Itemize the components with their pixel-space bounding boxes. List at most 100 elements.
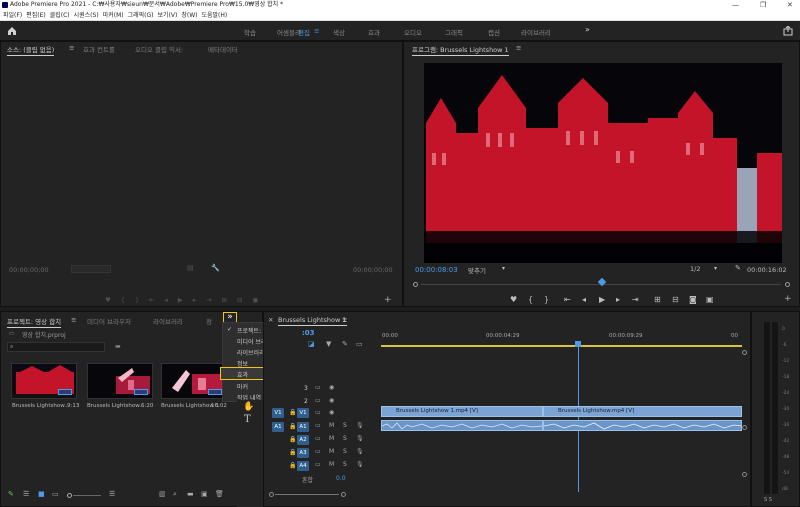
mic-icon[interactable]: 🎙	[356, 422, 364, 429]
mute-button[interactable]: M	[329, 435, 334, 442]
workspace-color[interactable]: 색상	[333, 27, 345, 37]
workspace-graphics[interactable]: 그래픽	[445, 27, 463, 37]
list-view-icon[interactable]: ☰	[23, 490, 29, 498]
timeline-tab[interactable]: Brussels Lightshow 1	[278, 316, 347, 326]
menu-item-markers[interactable]: 마커	[237, 382, 248, 391]
tab-audio-clip-mixer[interactable]: 오디오 클립 믹서:	[135, 44, 183, 54]
go-to-in-icon[interactable]: ⇤	[564, 295, 571, 304]
program-resolution-dropdown[interactable]: 1/2	[690, 265, 700, 273]
menu-window[interactable]: 창(W)	[181, 12, 197, 19]
share-icon[interactable]	[783, 26, 793, 36]
tab-source[interactable]: 소스: (클립 없음)	[7, 44, 55, 56]
audio-clip-1[interactable]	[381, 420, 543, 431]
tab-libraries[interactable]: 라이브러리	[153, 316, 183, 326]
solo-button[interactable]: S	[343, 435, 347, 442]
workspace-effects[interactable]: 효과	[368, 27, 380, 37]
wrench-settings-icon[interactable]: ✎	[342, 340, 348, 348]
program-fit-dropdown[interactable]: 맞추기	[468, 265, 486, 275]
vertical-scroll-handle-top[interactable]	[742, 350, 747, 355]
clip-thumbnail[interactable]	[11, 363, 77, 399]
menu-help[interactable]: 도움말(H)	[201, 12, 227, 19]
program-scrubber[interactable]	[413, 277, 791, 289]
zoom-slider-handle[interactable]	[67, 493, 72, 498]
zoom-slider[interactable]	[67, 493, 101, 498]
workspace-libraries[interactable]: 라이브러리	[521, 27, 551, 37]
source-timecode-left[interactable]: 00;00;00;00	[9, 266, 49, 274]
mark-out-icon[interactable]: }	[544, 295, 549, 304]
menu-sequence[interactable]: 시퀀스(S)	[74, 12, 99, 19]
marker-icon[interactable]: ▼	[326, 340, 331, 348]
tab-media-browser[interactable]: 미디어 브라우저	[87, 316, 131, 326]
scrubber-start-handle[interactable]	[413, 282, 418, 287]
timeline-menu-icon[interactable]: ≡	[342, 316, 347, 324]
new-item-icon[interactable]: ▣	[201, 490, 208, 498]
tab-effect-controls[interactable]: 효과 컨트롤	[83, 44, 115, 54]
delete-icon[interactable]: 🗑	[215, 490, 224, 498]
export-frame-icon[interactable]: ◙	[689, 295, 697, 304]
mic-icon[interactable]: 🎙	[356, 461, 364, 468]
audio-clip-2[interactable]	[543, 420, 742, 431]
close-button[interactable]: ✕	[787, 0, 793, 10]
sync-lock-icon[interactable]: ▭	[315, 435, 321, 442]
type-tool-icon[interactable]: T	[244, 414, 251, 425]
track-a4-toggle[interactable]: A4	[297, 461, 309, 471]
source-patch-v1[interactable]: V1	[272, 408, 284, 418]
program-title[interactable]: 프로그램: Brussels Lightshow 1	[412, 44, 509, 56]
step-back-icon[interactable]: ◂	[582, 295, 586, 304]
lock-icon[interactable]: 🔒	[289, 409, 296, 416]
new-bin-bottom-icon[interactable]: ▬	[187, 490, 194, 498]
mute-button[interactable]: M	[329, 422, 334, 429]
eye-icon[interactable]: ◉	[329, 384, 334, 391]
tab-info[interactable]: 정	[206, 316, 212, 326]
master-volume[interactable]: 0.0	[336, 475, 346, 482]
step-forward-icon[interactable]: ▸	[616, 295, 620, 304]
project-menu-icon[interactable]: ≡	[71, 316, 76, 324]
automate-sequence-icon[interactable]: ▥	[159, 490, 166, 498]
timeline-close-icon[interactable]: ✕	[268, 316, 273, 324]
vertical-scroll-handle-mid[interactable]	[742, 425, 747, 430]
source-settings-icon[interactable]: ▤	[187, 264, 194, 272]
sync-lock-icon[interactable]: ▭	[315, 461, 321, 468]
lock-icon[interactable]: 🔒	[289, 449, 296, 456]
extract-icon[interactable]: ⊟	[672, 295, 679, 304]
clip-thumbnail[interactable]	[87, 363, 153, 399]
hand-tool-icon[interactable]: ✋	[243, 402, 254, 412]
find-icon[interactable]: ⌕	[173, 490, 177, 499]
resolution-chevron-icon[interactable]: ▾	[714, 265, 717, 272]
timeline-timecode[interactable]: :03	[302, 329, 315, 337]
meter-solo-buttons[interactable]: S S	[764, 497, 772, 503]
wrench-icon[interactable]: ✎	[735, 264, 741, 272]
captions-icon[interactable]: ▭	[356, 340, 363, 348]
project-search-input[interactable]: ⌕	[7, 342, 105, 352]
mic-icon[interactable]: 🎙	[356, 448, 364, 455]
sync-lock-icon[interactable]: ▭	[315, 384, 321, 391]
scroll-thumb[interactable]	[275, 494, 339, 495]
menu-marker[interactable]: 마커(M)	[103, 12, 124, 19]
source-fit-dropdown[interactable]	[71, 265, 111, 273]
freeform-view-icon[interactable]: ▭	[52, 490, 59, 498]
track-v1-toggle[interactable]: V1	[297, 408, 309, 418]
workspace-captions[interactable]: 캡션	[488, 27, 500, 37]
menu-graphics[interactable]: 그래픽(G)	[128, 12, 154, 19]
menu-item-libraries[interactable]: 라이브러리	[237, 348, 265, 357]
mark-in-icon[interactable]: {	[528, 295, 533, 304]
tab-metadata[interactable]: 메타데이터	[208, 44, 238, 54]
track-a3-toggle[interactable]: A3	[297, 448, 309, 458]
eye-icon[interactable]: ◉	[329, 397, 334, 404]
sync-lock-icon[interactable]: ▭	[315, 448, 321, 455]
solo-button[interactable]: S	[343, 422, 347, 429]
source-tab-menu-icon[interactable]: ≡	[69, 44, 74, 52]
snap-icon[interactable]: ◪	[308, 340, 315, 348]
lift-icon[interactable]: ⊞	[654, 295, 661, 304]
workspace-menu-icon[interactable]: ≡	[314, 27, 319, 35]
sync-lock-icon[interactable]: ▭	[315, 422, 321, 429]
program-add-button[interactable]: +	[784, 294, 792, 304]
lock-icon[interactable]: 🔒	[289, 436, 296, 443]
video-clip-1[interactable]: Brussels Lightshow 1.mp4 [V]	[381, 406, 543, 417]
video-clip-2[interactable]: Brussels Lightshow.mp4 [V]	[543, 406, 742, 417]
vertical-scroll-handle-bottom[interactable]	[742, 472, 747, 477]
scroll-right-handle[interactable]	[341, 492, 346, 497]
source-patch-a1[interactable]: A1	[272, 422, 284, 432]
scrubber-end-handle[interactable]	[785, 282, 790, 287]
source-timecode-right[interactable]: 00;00;00;00	[353, 266, 393, 274]
